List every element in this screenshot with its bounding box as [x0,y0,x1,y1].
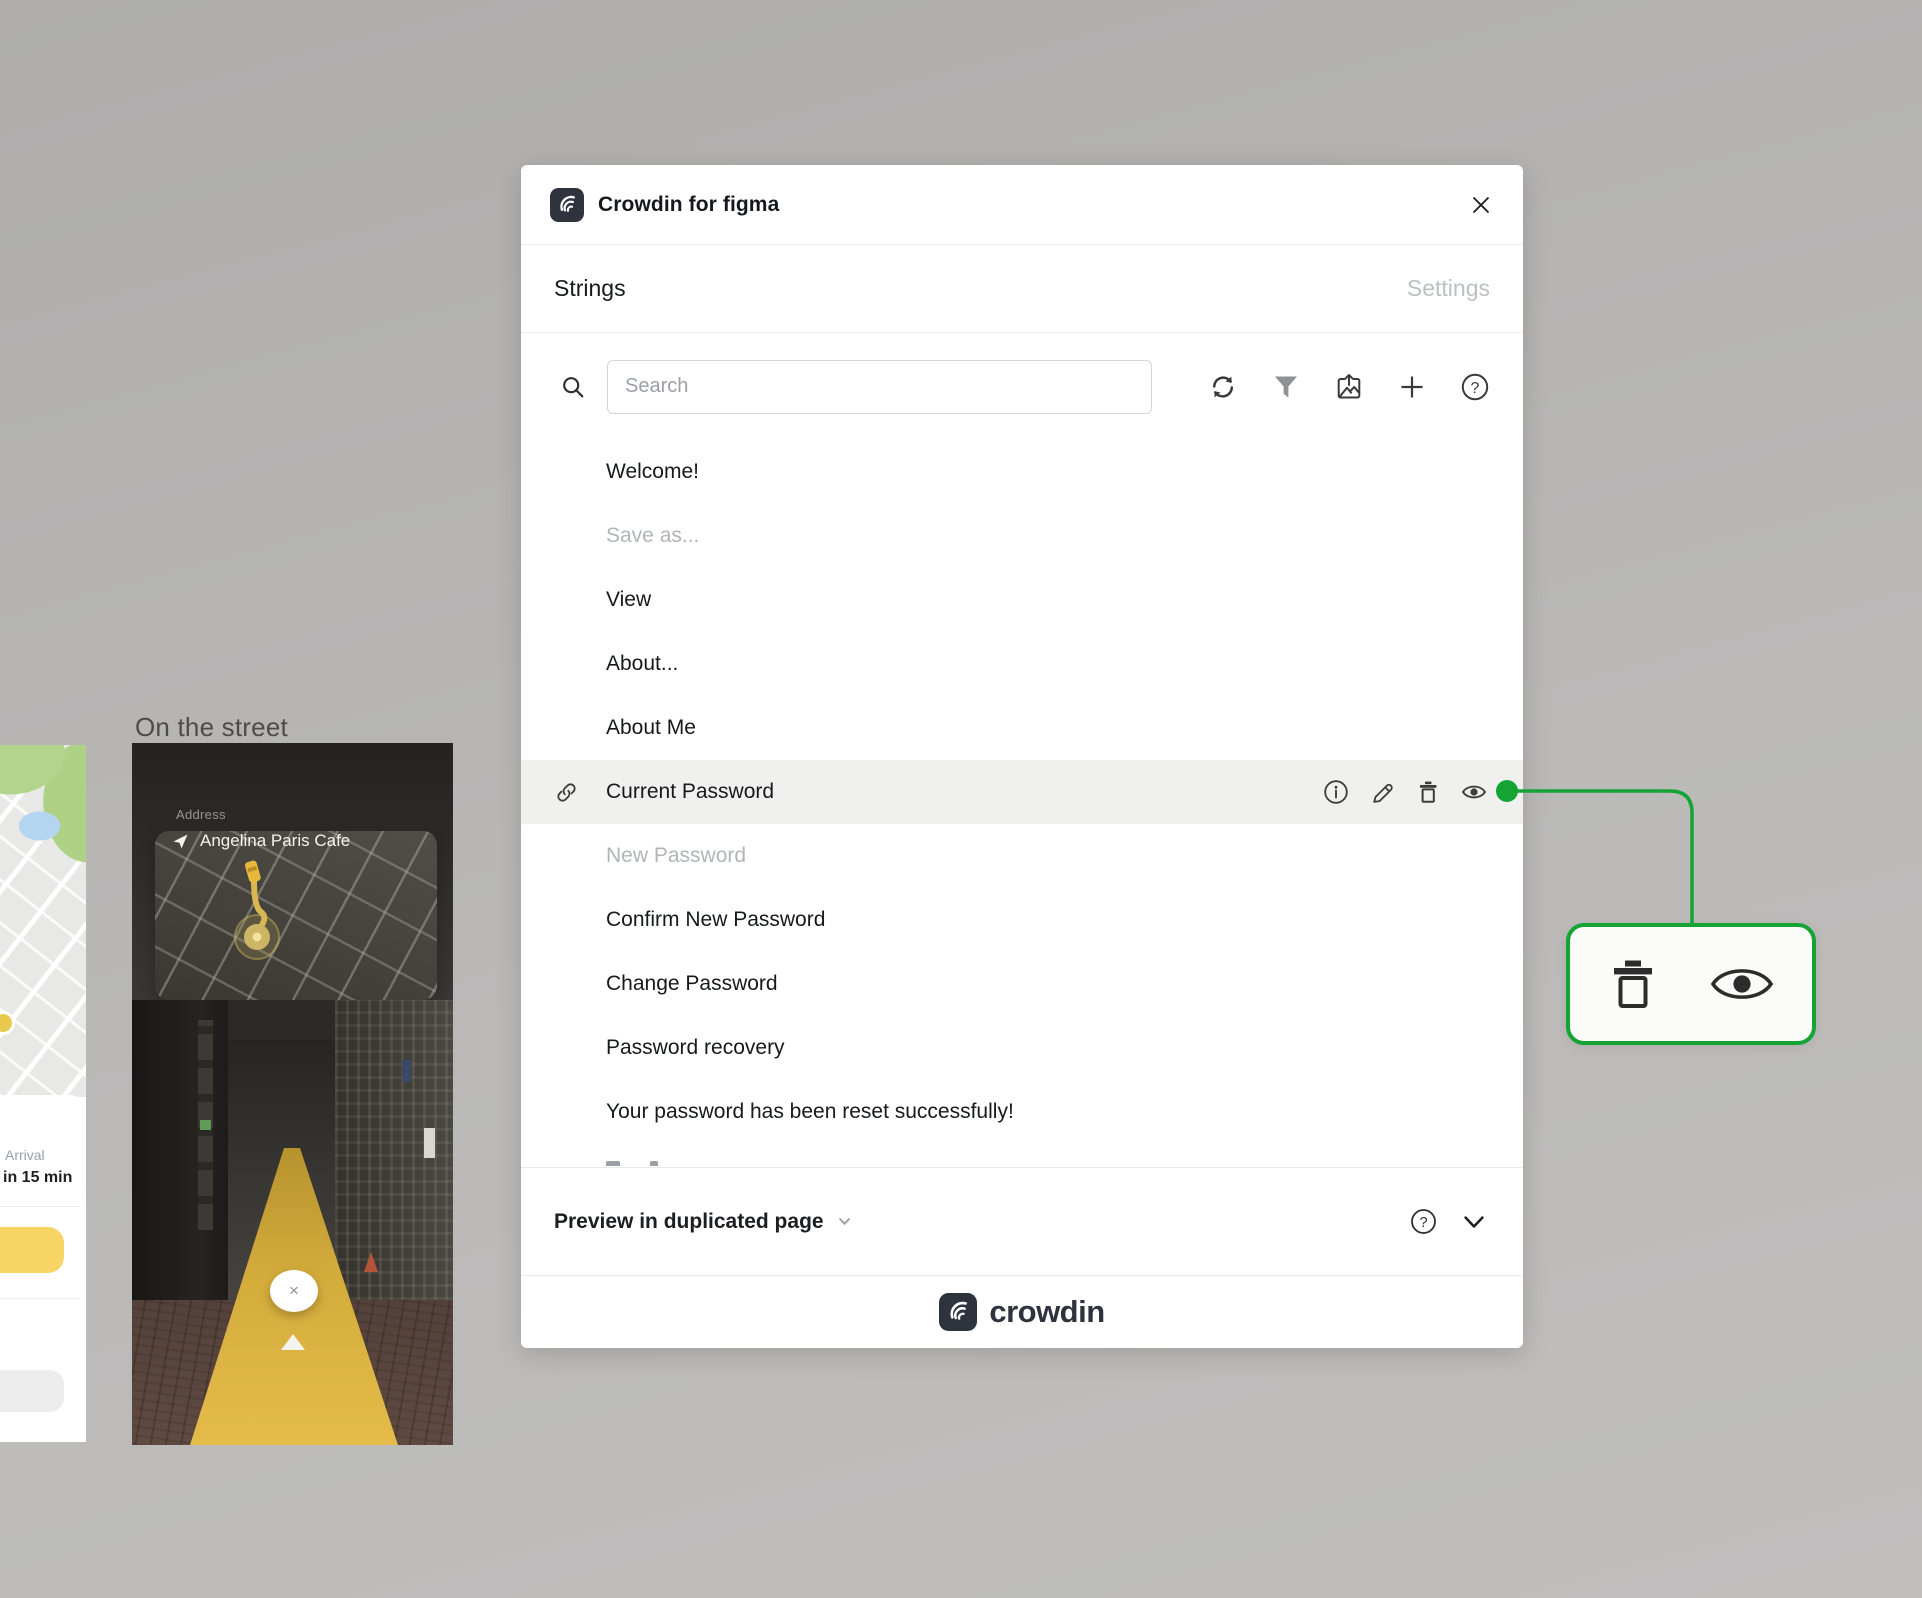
string-label: About... [606,652,679,675]
strings-list: Welcome! Save as... View About... About … [521,440,1523,1167]
info-icon[interactable] [1323,779,1349,805]
add-icon[interactable] [1397,372,1427,402]
edit-icon[interactable] [1369,779,1395,805]
string-row[interactable]: New Password [521,824,1523,888]
address-value: Angelina Paris Cafe [200,831,351,850]
chevron-down-small-icon[interactable] [837,1214,852,1229]
frame-title-on-the-street: On the street [135,712,288,742]
close-pill-button[interactable]: × [270,1270,318,1312]
location-arrow-icon [173,834,188,848]
search-input[interactable] [607,359,1152,414]
frame-street-ar-screen: Address Angelina Paris Cafe 20 × 2 min r… [132,743,453,1445]
string-row-selected[interactable]: Current Password [521,760,1523,824]
help-icon[interactable]: ? [1410,1208,1437,1235]
chevron-down-icon[interactable] [1460,1208,1488,1236]
crowdin-logo-icon [550,187,584,222]
zoomed-actions-callout [1566,923,1816,1045]
building-right [335,1000,453,1300]
string-label: About Me [606,716,696,739]
tab-strings[interactable]: Strings [554,275,626,302]
divider [0,1298,80,1299]
row-actions [1323,760,1487,824]
primary-action-button[interactable] [0,1227,64,1273]
arrival-value: in 15 min [3,1169,73,1186]
direction-arrow-icon [281,1334,305,1350]
window-title: Crowdin for figma [598,192,780,216]
tab-bar: Strings Settings [521,245,1523,333]
string-label: Save as... [606,524,700,547]
toolbar: ? [521,333,1523,440]
tab-settings[interactable]: Settings [1407,275,1490,302]
annotation-dot [1496,780,1518,802]
preview-dropdown-label[interactable]: Preview in duplicated page [554,1210,824,1234]
refresh-icon[interactable] [1208,372,1238,402]
string-row[interactable]: Confirm New Password [521,888,1523,952]
delete-icon [1614,960,1652,1008]
string-row[interactable]: Save as... [521,504,1523,568]
search-icon [563,376,584,397]
string-row[interactable]: About... [521,632,1523,696]
divider [0,1206,80,1207]
footer-bar: Preview in duplicated page ? [521,1167,1523,1275]
route-map [234,860,280,960]
string-label: New Password [606,844,747,867]
secondary-action-button[interactable] [0,1370,64,1412]
arrival-label: Arrival [5,1147,45,1163]
frame-arrival-screen: Arrival in 15 min [0,745,86,1442]
help-icon[interactable]: ? [1460,372,1490,402]
map-preview [0,745,86,1097]
string-row[interactable]: Your password has been reset successfull… [521,1080,1523,1144]
crowdin-brand: crowdin [521,1275,1523,1348]
string-label: Confirm New Password [606,908,826,931]
mini-map-card [155,831,437,1000]
string-label: Password recovery [606,1036,785,1059]
close-icon[interactable] [1467,191,1495,219]
svg-text:?: ? [1419,1215,1427,1231]
link-icon [557,783,576,802]
string-row[interactable]: Password recovery [521,1016,1523,1080]
string-row[interactable]: Welcome! [521,440,1523,504]
address-label: Address [176,807,226,822]
eye-icon [1710,969,1774,999]
crowdin-plugin-window: Crowdin for figma Strings Settings Searc… [521,165,1523,1348]
building-left [132,1000,228,1300]
svg-text:?: ? [1471,380,1480,397]
filter-icon[interactable] [1271,372,1301,402]
crowdin-wordmark: crowdin [989,1294,1105,1329]
string-label: Welcome! [606,460,699,483]
eye-icon[interactable] [1461,779,1487,805]
string-label: Your password has been reset successfull… [606,1100,1014,1123]
string-label: View [606,588,652,611]
crowdin-logo-icon [939,1293,978,1331]
street-photo: 20 × 2 min right 6 Rue Tiquetonne [132,1000,453,1445]
string-row[interactable]: View [521,568,1523,632]
export-image-icon[interactable] [1334,372,1364,402]
string-label: Change Password [606,972,778,995]
clipped-list-item [606,1158,866,1166]
string-row[interactable]: Change Password [521,952,1523,1016]
traffic-cone [364,1252,378,1272]
taxi-icon [245,860,261,883]
string-label: Current Password [606,780,775,803]
string-row[interactable]: About Me [521,696,1523,760]
window-header: Crowdin for figma [521,165,1523,245]
delete-icon[interactable] [1415,779,1441,805]
